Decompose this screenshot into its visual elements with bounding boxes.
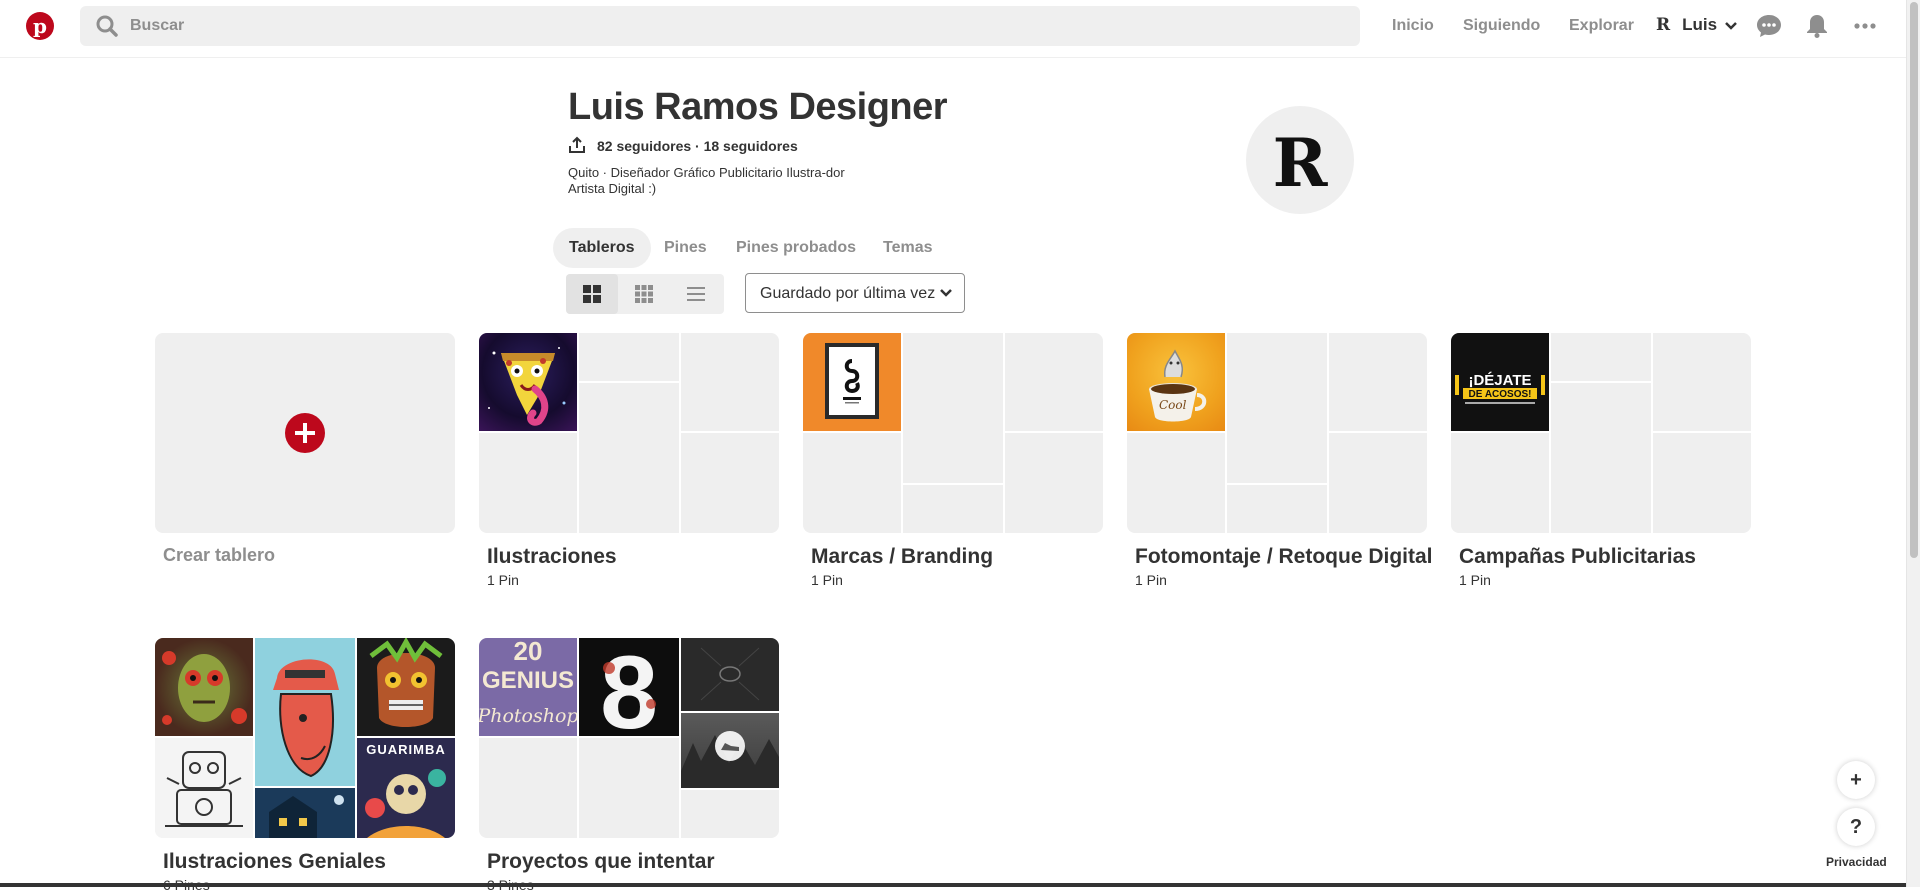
scrollbar-thumb[interactable]: [1910, 2, 1918, 558]
search-bar[interactable]: [80, 6, 1360, 46]
board-pin-count: 1 Pin: [811, 572, 843, 588]
board-cover[interactable]: 20 GENIUS Photoshop 8: [479, 638, 779, 838]
framed-logo-thumbnail: [803, 333, 901, 431]
big-digit: 8: [600, 638, 658, 736]
board-cover[interactable]: [479, 333, 779, 533]
page-scrollbar[interactable]: [1906, 0, 1920, 887]
dark-sketch-thumbnail: [681, 638, 779, 711]
search-icon: [96, 15, 118, 37]
board-cover[interactable]: ¡DÉJATE DE ACOSOS!: [1451, 333, 1751, 533]
alien-illustration-thumbnail: [155, 638, 253, 736]
guarimba-poster-thumbnail: GUARIMBA: [357, 738, 455, 838]
create-board-cover[interactable]: [155, 333, 455, 533]
poster-line1: ¡DÉJATE: [1468, 372, 1531, 389]
plus-icon: [295, 423, 315, 443]
tiki-mask-thumbnail: [357, 638, 455, 736]
small-grid-view-button[interactable]: [618, 274, 670, 314]
sort-label: Guardado por última vez: [760, 285, 936, 302]
tab-pines-probados[interactable]: Pines probados: [720, 228, 872, 268]
poster-line2: DE ACOSOS!: [1469, 389, 1532, 400]
profile-name: Luis Ramos Designer: [568, 86, 948, 128]
list-view-button[interactable]: [670, 274, 722, 314]
board-title: Fotomontaje / Retoque Digital: [1135, 545, 1433, 568]
board-pin-count: 1 Pin: [1459, 572, 1491, 588]
profile-bio: Quito · Diseñador Gráfico Publicitario I…: [568, 165, 845, 196]
pinterest-logo-icon[interactable]: p: [26, 12, 54, 40]
coffee-cup-thumbnail: Cool: [1127, 333, 1225, 431]
create-board-label: Crear tablero: [163, 545, 276, 565]
search-input[interactable]: [130, 6, 1330, 46]
board-cover[interactable]: [803, 333, 1103, 533]
notifications-icon[interactable]: [1804, 13, 1830, 39]
nav-inicio[interactable]: Inicio: [1392, 17, 1434, 35]
nav-siguiendo[interactable]: Siguiendo: [1463, 17, 1540, 35]
top-bar: p Inicio Siguiendo Explorar R Luis: [0, 0, 1906, 58]
privacy-link[interactable]: Privacidad: [1826, 855, 1887, 869]
number-eight-thumbnail: 8: [579, 638, 679, 751]
help-button[interactable]: ?: [1837, 808, 1875, 846]
small-grid-icon: [635, 285, 653, 303]
logo-glyph: p: [33, 14, 47, 38]
chevron-down-icon: [1725, 22, 1737, 30]
nav-explorar[interactable]: Explorar: [1569, 17, 1634, 35]
guarimba-text: GUARIMBA: [366, 742, 446, 757]
more-icon[interactable]: [1852, 13, 1878, 39]
user-initial: R: [1656, 15, 1671, 35]
user-name: Luis: [1682, 15, 1718, 34]
genius-number: 20: [514, 638, 543, 666]
messages-icon[interactable]: [1756, 13, 1782, 39]
user-menu[interactable]: R Luis: [1656, 15, 1737, 37]
photoshop-genius-thumbnail: 20 GENIUS Photoshop: [479, 638, 579, 736]
sort-dropdown[interactable]: Guardado por última vez: [745, 273, 965, 313]
board-cover[interactable]: GUARIMBA: [155, 638, 455, 838]
share-icon[interactable]: [568, 136, 586, 154]
tab-tableros[interactable]: Tableros: [553, 228, 651, 268]
tab-temas[interactable]: Temas: [867, 228, 949, 268]
board-title: Ilustraciones Geniales: [163, 850, 386, 873]
tab-pines[interactable]: Pines: [648, 228, 723, 268]
view-toggle-group: [566, 274, 724, 314]
board-title: Marcas / Branding: [811, 545, 994, 568]
pizza-illustration-thumbnail: [479, 333, 577, 431]
avatar[interactable]: R: [1246, 106, 1354, 214]
large-grid-view-button[interactable]: [566, 274, 618, 314]
large-grid-icon: [583, 285, 601, 303]
list-icon: [687, 287, 705, 301]
window-bottom-edge: [0, 883, 1906, 887]
followers-text[interactable]: 82 seguidores · 18 seguidores: [597, 138, 798, 154]
house-night-thumbnail: [255, 788, 355, 838]
board-pin-count: 1 Pin: [487, 572, 519, 588]
board-title: Ilustraciones: [487, 545, 617, 568]
forest-photo-thumbnail: [681, 713, 779, 788]
genius-photoshop: Photoshop: [479, 705, 577, 727]
robot-sketch-thumbnail: [155, 738, 253, 838]
create-pin-button[interactable]: +: [1837, 761, 1875, 799]
board-title: Proyectos que intentar: [487, 850, 715, 873]
board-pin-count: 1 Pin: [1135, 572, 1167, 588]
campaign-poster-thumbnail: ¡DÉJATE DE ACOSOS!: [1451, 333, 1549, 431]
board-cover[interactable]: Cool: [1127, 333, 1427, 533]
chevron-down-icon: [940, 289, 952, 297]
board-title: Campañas Publicitarias: [1459, 545, 1696, 568]
add-board-icon[interactable]: [285, 413, 325, 453]
genius-word: GENIUS: [482, 667, 574, 694]
cup-text: Cool: [1159, 398, 1187, 412]
avatar-initial: R: [1272, 124, 1328, 202]
